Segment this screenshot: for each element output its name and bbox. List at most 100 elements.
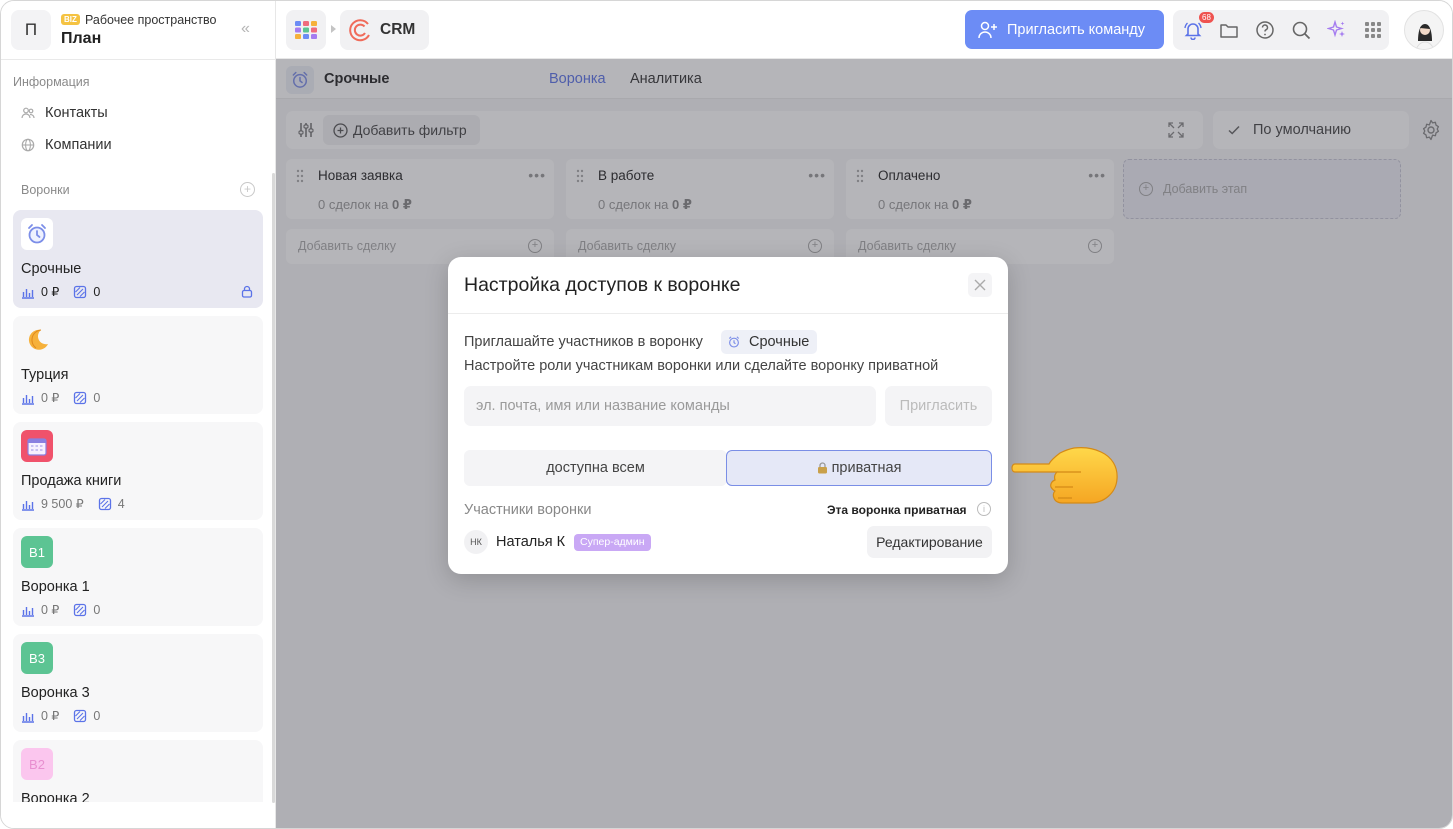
pipeline-title: Турция	[21, 367, 69, 383]
invite-description: Приглашайте участников в воронку	[464, 334, 703, 350]
pipeline-title: Воронка 2	[21, 791, 90, 802]
private-note: Эта воронка приватная	[827, 503, 967, 517]
workspace-avatar: П	[11, 10, 51, 50]
pipeline-card-turkey[interactable]: Турция 0 ₽ 0	[13, 316, 263, 414]
lock-icon	[817, 462, 827, 474]
apps-grid-icon	[295, 21, 317, 39]
invite-button[interactable]: Пригласить	[885, 386, 992, 426]
pipeline-stats: 0 ₽ 0	[21, 708, 100, 723]
topbar-icon-group: 68	[1173, 10, 1389, 50]
deals-icon	[74, 391, 87, 404]
chart-icon	[22, 288, 34, 299]
role-badge: Супер-админ	[574, 534, 651, 551]
collapse-sidebar-icon[interactable]: «	[241, 20, 250, 38]
pipeline-amount: 0 ₽	[41, 603, 60, 617]
roles-description: Настройте роли участникам воронки или сд…	[464, 358, 939, 374]
invite-team-label: Пригласить команду	[1007, 21, 1145, 38]
sidebar-item-label: Контакты	[45, 105, 108, 121]
sidebar-divider	[1, 59, 276, 60]
apps-button[interactable]	[286, 10, 326, 50]
pipeline-letter-icon: В1	[21, 536, 53, 568]
pipeline-title: Воронка 1	[21, 579, 90, 595]
pipeline-stats: 9 500 ₽ 4	[21, 496, 125, 511]
pipeline-deals: 0	[93, 390, 101, 405]
pipeline-letter-icon: В2	[21, 748, 53, 780]
sidebar-item-contacts[interactable]: Контакты	[21, 103, 108, 123]
chart-icon	[22, 712, 34, 723]
pipeline-card-funnel-2[interactable]: В2 Воронка 2	[13, 740, 263, 802]
alarm-clock-icon	[21, 218, 53, 250]
info-section-title: Информация	[13, 75, 90, 89]
grid-menu-icon[interactable]	[1363, 20, 1383, 40]
close-icon	[974, 279, 986, 291]
sparkles-icon[interactable]	[1327, 20, 1347, 40]
pipeline-amount: 0 ₽	[41, 285, 60, 299]
chart-icon	[22, 500, 34, 511]
notifications-badge: 68	[1199, 12, 1214, 23]
help-icon[interactable]	[1255, 20, 1275, 40]
chart-icon	[22, 606, 34, 617]
pipeline-chip: Срочные	[721, 330, 817, 354]
workspace-name: План	[61, 30, 102, 47]
sidebar-item-companies[interactable]: Компании	[21, 135, 112, 155]
calendar-icon	[21, 430, 53, 462]
pipeline-letter-icon: В3	[21, 642, 53, 674]
sidebar-item-label: Компании	[45, 137, 112, 153]
pipeline-card-funnel-1[interactable]: В1 Воронка 1 0 ₽ 0	[13, 528, 263, 626]
pipeline-stats: 0 ₽ 0	[21, 284, 100, 299]
access-private-option[interactable]: приватная	[726, 450, 992, 486]
alarm-clock-icon	[728, 336, 740, 348]
modal-title: Настройка доступов к воронке	[464, 274, 741, 296]
pipeline-amount: 0 ₽	[41, 391, 60, 405]
access-settings-modal: Настройка доступов к воронке Приглашайте…	[448, 257, 1008, 574]
pipeline-deals: 0	[93, 284, 101, 299]
app-name: CRM	[380, 21, 416, 38]
close-button[interactable]	[968, 273, 992, 297]
folder-icon[interactable]	[1219, 20, 1239, 40]
pipeline-title: Срочные	[21, 261, 82, 277]
breadcrumb-separator	[331, 25, 336, 33]
user-avatar[interactable]	[1404, 10, 1444, 50]
member-name: Наталья К	[496, 534, 566, 550]
users-icon	[21, 107, 35, 119]
add-pipeline-button[interactable]: +	[240, 182, 255, 197]
sidebar-scrollbar[interactable]	[272, 173, 275, 803]
pipeline-deals: 4	[117, 496, 125, 511]
pipeline-card-funnel-3[interactable]: В3 Воронка 3 0 ₽ 0	[13, 634, 263, 732]
lock-icon	[241, 285, 253, 298]
invite-team-button[interactable]: Пригласить команду	[965, 10, 1164, 49]
pipeline-deals: 0	[93, 708, 101, 723]
deals-icon	[74, 709, 87, 722]
access-public-option[interactable]: доступна всем	[464, 450, 727, 486]
bell-icon[interactable]	[1183, 20, 1203, 40]
pipeline-amount: 9 500 ₽	[41, 497, 84, 511]
deals-icon	[98, 497, 111, 510]
search-icon[interactable]	[1291, 20, 1311, 40]
crm-app-button[interactable]: CRM	[340, 10, 429, 50]
chart-icon	[22, 394, 34, 405]
pipeline-card-book-sale[interactable]: Продажа книги 9 500 ₽ 4	[13, 422, 263, 520]
sidebar: П BIZ Рабочее пространство План « Информ…	[1, 1, 276, 828]
access-private-label: приватная	[831, 460, 902, 476]
pipeline-deals: 0	[93, 602, 101, 617]
deals-icon	[74, 603, 87, 616]
pipelines-section-title: Воронки	[21, 183, 70, 197]
member-avatar: НК	[464, 530, 488, 554]
pipeline-amount: 0 ₽	[41, 709, 60, 723]
pipeline-title: Продажа книги	[21, 473, 122, 489]
workspace-plan-badge: BIZ	[61, 14, 80, 25]
topbar: CRM Пригласить команду 68	[276, 1, 1452, 59]
add-user-icon	[978, 21, 997, 38]
members-title: Участники воронки	[464, 502, 592, 518]
invite-input[interactable]	[464, 386, 876, 426]
app-window: П BIZ Рабочее пространство План « Информ…	[0, 0, 1453, 829]
crescent-moon-icon	[21, 324, 53, 356]
workspace-switcher[interactable]: П BIZ Рабочее пространство План	[11, 10, 271, 50]
permission-dropdown[interactable]: Редактирование	[867, 526, 992, 558]
pipeline-card-urgent[interactable]: Срочные 0 ₽ 0	[13, 210, 263, 308]
sidebar-clip: В2 Воронка 2	[1, 740, 276, 802]
pipeline-stats: 0 ₽ 0	[21, 390, 100, 405]
workspace-label: Рабочее пространство	[85, 13, 217, 27]
pipeline-stats: 0 ₽ 0	[21, 602, 100, 617]
info-icon[interactable]: i	[977, 502, 991, 516]
